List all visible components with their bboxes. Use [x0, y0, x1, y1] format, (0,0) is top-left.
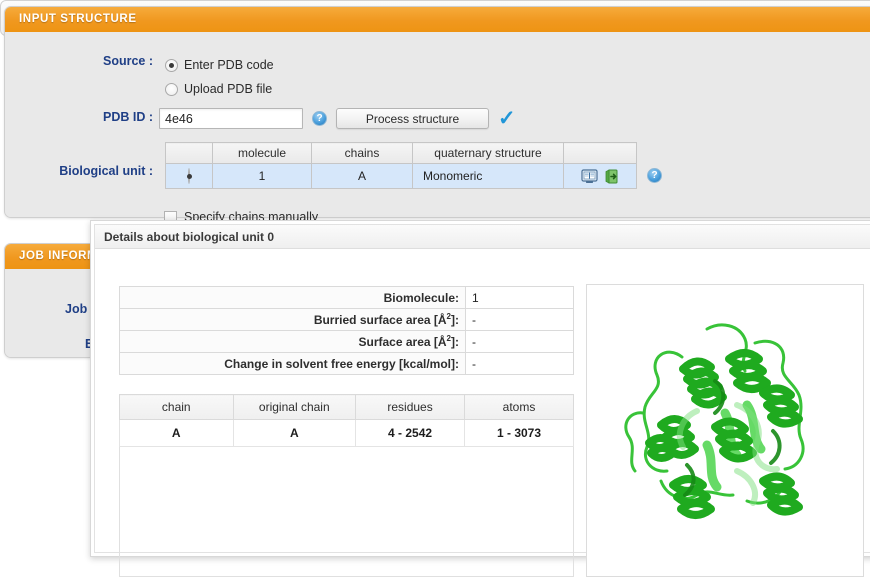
- radio-enter-pdb-code[interactable]: [165, 58, 178, 72]
- details-dialog-content: Biomolecule: 1 Burried surface area [Å2]…: [95, 249, 870, 577]
- help-icon-biological-unit[interactable]: ?: [647, 168, 662, 183]
- view-structure-icon[interactable]: [581, 169, 598, 184]
- bio-th-quaternary-structure: quaternary structure: [412, 142, 564, 164]
- success-check-icon: ✓: [498, 107, 516, 130]
- chain-table: chain original chain residues atoms A A …: [119, 394, 574, 447]
- protein-ribbon-viewer[interactable]: [586, 284, 864, 577]
- radio-enter-pdb-code-label: Enter PDB code: [184, 58, 274, 72]
- detail-value-change-solvent-free-energy: -: [465, 352, 574, 375]
- chain-row-residues: 4 - 2542: [355, 419, 466, 447]
- input-structure-header: INPUT STRUCTURE: [5, 7, 870, 32]
- source-label-wrap: Source :: [5, 54, 153, 68]
- bio-row-actions: [563, 163, 637, 189]
- pdb-id-label-wrap: PDB ID :: [5, 110, 153, 124]
- radio-biological-unit-1[interactable]: [188, 168, 190, 184]
- detail-key-burried-surface-area: Burried surface area [Å2]:: [119, 308, 466, 331]
- chain-th-residues: residues: [355, 394, 466, 420]
- download-structure-icon[interactable]: [602, 168, 619, 184]
- details-dialog-inner: Details about biological unit 0 Biomolec…: [94, 224, 870, 577]
- radio-upload-pdb-file-label: Upload PDB file: [184, 82, 273, 96]
- biological-unit-label: Biological unit :: [59, 164, 153, 178]
- table-header-row: molecule chains quaternary structure: [165, 142, 637, 164]
- source-label: Source :: [102, 54, 153, 68]
- chain-row-original-chain: A: [232, 419, 357, 447]
- chain-th-original-chain: original chain: [232, 394, 357, 420]
- detail-value-biomolecule: 1: [465, 286, 574, 309]
- biological-unit-label-wrap: Biological unit :: [5, 164, 153, 178]
- chain-th-chain: chain: [119, 394, 234, 420]
- detail-value-surface-area: -: [465, 330, 574, 353]
- biological-unit-table: molecule chains quaternary structure 1 A…: [165, 142, 637, 189]
- pdb-id-row: ? Process structure ✓: [159, 108, 516, 129]
- source-option-upload-pdb[interactable]: Upload PDB file: [165, 82, 272, 96]
- pdb-id-input[interactable]: [159, 108, 303, 129]
- bio-th-select: [165, 142, 213, 164]
- job-name-label: Job: [65, 302, 88, 316]
- table-row: A A 4 - 2542 1 - 3073: [119, 419, 574, 447]
- input-structure-body: Source : Enter PDB code Upload PDB file …: [5, 32, 870, 224]
- table-row: Biomolecule: 1: [119, 286, 574, 309]
- radio-upload-pdb-file[interactable]: [165, 82, 178, 96]
- protein-ribbon-graphic: [587, 285, 863, 576]
- detail-key-surface-area: Surface area [Å2]:: [119, 330, 466, 353]
- input-structure-panel: INPUT STRUCTURE Source : Enter PDB code …: [4, 6, 870, 224]
- table-row: Change in solvent free energy [kcal/mol]…: [119, 352, 574, 375]
- details-dialog-title: Details about biological unit 0: [95, 225, 870, 249]
- bio-th-actions: [563, 142, 637, 164]
- bio-row-radio-cell[interactable]: [165, 163, 213, 189]
- bio-row-chains: A: [311, 163, 413, 189]
- bio-row-molecule: 1: [212, 163, 312, 189]
- bio-th-chains: chains: [311, 142, 413, 164]
- source-option-enter-pdb[interactable]: Enter PDB code: [165, 58, 274, 72]
- table-header-row: chain original chain residues atoms: [119, 394, 574, 420]
- chain-row-atoms: 1 - 3073: [464, 419, 574, 447]
- table-row: Burried surface area [Å2]: -: [119, 308, 574, 331]
- chain-row-chain: A: [119, 419, 234, 447]
- biomolecule-details-table: Biomolecule: 1 Burried surface area [Å2]…: [119, 286, 574, 375]
- detail-key-biomolecule: Biomolecule:: [119, 286, 466, 309]
- detail-value-burried-surface-area: -: [465, 308, 574, 331]
- table-row[interactable]: 1 A Monomeric: [165, 163, 637, 189]
- details-dialog: Details about biological unit 0 Biomolec…: [90, 220, 870, 577]
- detail-key-change-solvent-free-energy: Change in solvent free energy [kcal/mol]…: [119, 352, 466, 375]
- chain-th-atoms: atoms: [464, 394, 574, 420]
- bio-th-molecule: molecule: [212, 142, 312, 164]
- biological-unit-table-row: molecule chains quaternary structure 1 A…: [165, 142, 662, 189]
- table-row: Surface area [Å2]: -: [119, 330, 574, 353]
- help-icon-pdb-id[interactable]: ?: [312, 111, 327, 126]
- bio-row-quaternary: Monomeric: [412, 163, 564, 189]
- process-structure-button[interactable]: Process structure: [336, 108, 489, 129]
- pdb-id-label: PDB ID :: [103, 110, 153, 124]
